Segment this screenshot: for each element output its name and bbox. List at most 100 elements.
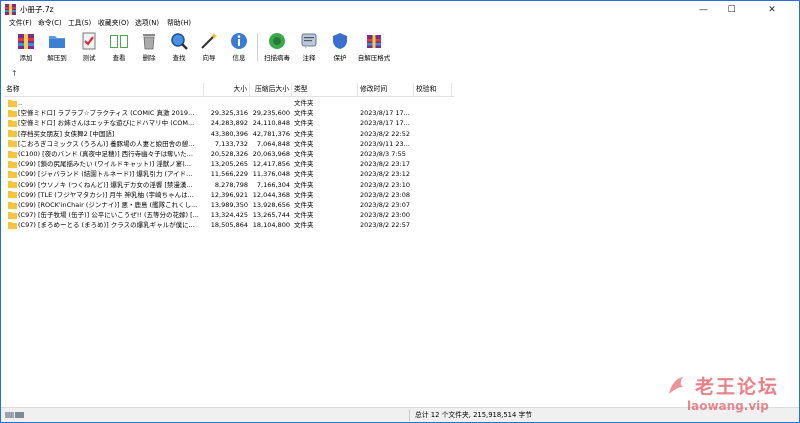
extract-to-label: 解压到	[47, 54, 67, 62]
cell-name: [空條ミドロ] ラブラブ☆プラクティス (COMIC 真激 2019...	[18, 109, 195, 118]
cell-size: 11,566,229	[210, 170, 248, 179]
cell-packed: 13,265,744	[252, 211, 290, 220]
shield-icon	[333, 33, 347, 49]
sfx-archive-icon	[367, 35, 381, 48]
list-header: 名称 大小 压缩后大小 类型 修改时间 校验和	[4, 83, 454, 97]
column-packed[interactable]: 压缩后大小	[250, 83, 292, 96]
status-bar: 总计 12 个文件夹, 215,918,514 字节	[1, 407, 799, 422]
cell-packed: 12,417,856	[252, 160, 290, 169]
table-row[interactable]: [存档买女朋友] 女侠舞2 [中国語] 43,380,396 42,781,376 文…	[4, 129, 454, 139]
cell-packed: 12,044,368	[252, 190, 290, 199]
cell-name: (C99) [ジャバランド (結園トルネード)] 爆乳引力 (アイド...	[18, 170, 193, 179]
find-label: 查找	[172, 54, 186, 62]
column-type[interactable]: 类型	[292, 83, 358, 96]
cell-size: 7,133,732	[214, 139, 248, 148]
view-label: 查看	[112, 54, 126, 62]
column-modified[interactable]: 修改时间	[358, 83, 414, 96]
cell-name: (C99) [ROCK'inChair (ジンナイ)] 悪・鹿島 (艦隊これくし…	[18, 201, 198, 209]
close-button[interactable]: ✕	[746, 1, 798, 18]
cell-modified: 2023/8/2 22:57	[360, 221, 410, 230]
navigation-bar: ↑	[1, 66, 799, 83]
cell-type: 文件夹	[294, 150, 314, 158]
table-row[interactable]: (C100) [夜のバンド (真夜中足穂)] 西行寺幽々子は奪いた... 20,5…	[4, 149, 454, 159]
protect-button[interactable]: 保护	[325, 31, 355, 65]
comment-button[interactable]: 注释	[294, 31, 324, 65]
table-row[interactable]: (C97) [缶子牧場 (缶子)] 公平にいこうぜ!! (五等分の花嫁) [..…	[4, 210, 454, 220]
table-row[interactable]: (C99) [TLE (フジヤマタカシ)] 月牛 神乳柚 (宇崎ちゃんは... 1…	[4, 190, 454, 200]
trash-icon	[143, 34, 155, 50]
cell-name: (C99) [ウソノキ (つくねんど)] 爆乳デカ女の淫饗 [禁漫漢...	[18, 180, 193, 189]
add-archive-icon	[18, 34, 34, 49]
menu-bar: 文件(F) 命令(C) 工具(S) 收藏夹(O) 选项(N) 帮助(H)	[1, 18, 799, 29]
cell-modified	[358, 98, 414, 108]
table-row[interactable]: [空條ミドロ] お姉さんはエッチな遊びにドハマリ中 (COM... 24,283,…	[4, 118, 454, 128]
cell-type: 文件夹	[294, 99, 314, 107]
table-row[interactable]: [空條ミドロ] ラブラブ☆プラクティス (COMIC 真激 2019... 29,…	[4, 108, 454, 118]
test-button[interactable]: 测试	[74, 31, 104, 65]
info-button[interactable]: 信息	[224, 31, 254, 65]
table-row[interactable]: (C97) [まろめーとる (まろめ)] クラスの爆乳ギャルが僕に... 18,5…	[4, 220, 454, 230]
virus-scan-button[interactable]: 扫描病毒	[261, 31, 293, 65]
table-row[interactable]: (C99) [ジャバランド (結園トルネード)] 爆乳引力 (アイド... 11,…	[4, 169, 454, 179]
cell-modified: 2023/9/11 23...	[360, 139, 410, 148]
title-bar[interactable]: 小册子.7z — ☐ ✕	[1, 1, 799, 19]
add-label: 添加	[19, 54, 33, 62]
cell-modified: 2023/8/3 7:55	[360, 150, 406, 158]
table-row[interactable]: .. 文件夹	[4, 98, 454, 108]
comment-icon	[301, 33, 317, 49]
find-button[interactable]: 查找	[164, 31, 194, 65]
table-row[interactable]: (C99) [ROCK'inChair (ジンナイ)] 悪・鹿島 (艦隊これくし…	[4, 200, 454, 210]
cell-size: 13,324,425	[210, 211, 248, 220]
table-row[interactable]: (C99) [鎖の尻尾揺みたい (ワイルドキャット)] 淫獣ノ宴(... 13,2…	[4, 159, 454, 169]
table-row[interactable]: (C99) [ウソノキ (つくねんど)] 爆乳デカ女の淫饗 [禁漫漢... 8,2…	[4, 180, 454, 190]
delete-label: 删除	[142, 54, 156, 62]
menu-options[interactable]: 选项(N)	[135, 18, 159, 29]
menu-help[interactable]: 帮助(H)	[167, 18, 191, 29]
cell-size: 24,283,892	[210, 119, 248, 128]
maximize-button[interactable]: ☐	[718, 1, 745, 18]
cell-packed: 29,235,600	[252, 109, 290, 118]
info-label: 信息	[232, 54, 246, 62]
cell-packed: 42,781,376	[252, 129, 290, 138]
window-title: 小册子.7z	[20, 5, 54, 14]
column-name[interactable]: 名称	[4, 83, 204, 96]
cell-modified: 2023/8/17 17...	[360, 109, 410, 118]
cell-packed: 24,110,848	[252, 119, 290, 128]
winrar-window: 小册子.7z — ☐ ✕ 文件(F) 命令(C) 工具(S) 收藏夹(O) 选项…	[0, 0, 800, 423]
wizard-label: 向导	[202, 54, 216, 62]
cell-name: (C99) [鎖の尻尾揺みたい (ワイルドキャット)] 淫獣ノ宴(...	[18, 160, 191, 169]
view-button[interactable]: 查看	[104, 31, 134, 65]
minimize-button[interactable]: —	[690, 1, 717, 18]
maximize-icon: ☐	[727, 4, 736, 15]
virus-scan-icon	[269, 33, 285, 49]
add-button[interactable]: 添加	[11, 31, 41, 65]
menu-commands[interactable]: 命令(C)	[38, 18, 62, 29]
column-size[interactable]: 大小	[204, 83, 250, 96]
up-arrow-icon[interactable]: ↑	[11, 68, 18, 79]
cell-type: 文件夹	[294, 139, 314, 148]
wizard-button[interactable]: 向导	[194, 31, 224, 65]
cell-name: [空條ミドロ] お姉さんはエッチな遊びにドハマリ中 (COM...	[18, 119, 195, 128]
delete-button[interactable]: 删除	[134, 31, 164, 65]
status-divider	[409, 410, 410, 421]
cell-name: [こおろぎコミックス (うろん)] 養豚場の人妻と娘田舎の憩...	[18, 139, 195, 148]
cell-type: 文件夹	[294, 170, 314, 179]
cell-type: 文件夹	[294, 190, 314, 199]
test-label: 测试	[82, 54, 96, 62]
menu-tools[interactable]: 工具(S)	[68, 18, 91, 29]
cell-size	[204, 98, 250, 108]
minimize-icon: —	[699, 4, 708, 15]
virus-scan-label: 扫描病毒	[264, 54, 290, 62]
cell-packed: 18,104,800	[252, 221, 290, 230]
menu-favorites[interactable]: 收藏夹(O)	[98, 18, 129, 29]
sfx-button[interactable]: 自解压格式	[356, 31, 392, 65]
file-list: 名称 大小 压缩后大小 类型 修改时间 校验和 .. 文件夹 [空條ミドロ] ラブラ…	[4, 83, 796, 403]
extract-to-button[interactable]: 解压到	[42, 31, 72, 65]
cell-name: (C99) [TLE (フジヤマタカシ)] 月牛 神乳柚 (宇崎ちゃんは...	[18, 190, 194, 199]
cell-type: 文件夹	[294, 221, 314, 230]
menu-file[interactable]: 文件(F)	[9, 18, 32, 29]
table-row[interactable]: [こおろぎコミックス (うろん)] 養豚場の人妻と娘田舎の憩... 7,133,7…	[4, 139, 454, 149]
column-crc[interactable]: 校验和	[414, 83, 452, 96]
cell-size: 18,505,864	[210, 221, 248, 230]
comment-label: 注释	[302, 54, 316, 62]
